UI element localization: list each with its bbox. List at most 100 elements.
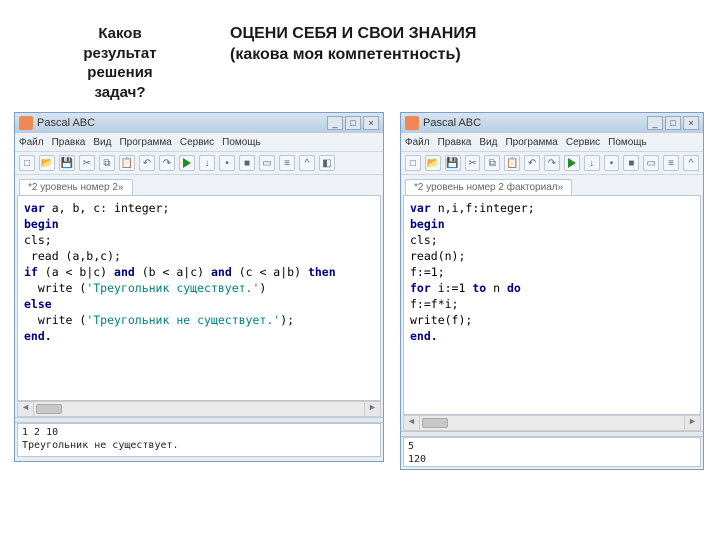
horizontal-scrollbar[interactable]: ◄ ► [403,415,701,431]
titlebar[interactable]: Pascal ABC _ □ × [401,113,703,133]
box2-icon[interactable]: ≡ [279,155,295,171]
redo-icon[interactable]: ↷ [159,155,175,171]
open-icon[interactable]: 📂 [425,155,441,171]
string-literal: 'Треугольник существует.' [86,281,259,295]
app-title: Pascal ABC [423,117,481,129]
heading-right-l2: (какова моя компетентность) [230,46,461,63]
string-literal: 'Треугольник не существует.' [86,313,280,327]
output-panel: 5 120 [403,437,701,467]
minimize-button[interactable]: _ [647,116,663,130]
heading-left: Каков результат решения задач? [60,24,180,102]
run-icon[interactable] [564,155,580,171]
box1-icon[interactable]: ▭ [259,155,275,171]
code-text: n,i,f:integer; [431,201,535,215]
code-text: write ( [24,281,86,295]
scroll-right-icon[interactable]: ► [684,416,700,430]
menubar: Файл Правка Вид Программа Сервис Помощь [401,133,703,151]
box2-icon[interactable]: ≡ [663,155,679,171]
horizontal-scrollbar[interactable]: ◄ ► [17,401,381,417]
menu-file[interactable]: Файл [19,137,44,148]
save-icon[interactable]: 💾 [59,155,75,171]
stop-icon[interactable]: ■ [623,155,639,171]
save-icon[interactable]: 💾 [445,155,461,171]
misc-icon[interactable]: ◧ [319,155,335,171]
code-editor[interactable]: var n,i,f:integer; begin cls; read(n); f… [403,195,701,415]
code-text: ); [280,313,294,327]
scroll-right-icon[interactable]: ► [364,402,380,416]
dot-icon[interactable]: • [219,155,235,171]
step-icon[interactable]: ↓ [199,155,215,171]
editor-tab[interactable]: *2 уровень номер 2 факториал» [405,179,572,195]
menu-edit[interactable]: Правка [52,137,86,148]
new-icon[interactable]: □ [19,155,35,171]
code-text: cls; [410,233,438,247]
undo-icon[interactable]: ↶ [524,155,540,171]
output-panel: 1 2 10 Треугольник не существует. [17,423,381,457]
copy-icon[interactable]: ⧉ [99,155,115,171]
close-button[interactable]: × [363,116,379,130]
kw-var: var [410,201,431,215]
heading-right: ОЦЕНИ СЕБЯ И СВОИ ЗНАНИЯ (какова моя ком… [230,24,570,66]
app-title: Pascal ABC [37,117,95,129]
code-text: i:=1 [431,281,473,295]
menu-program[interactable]: Программа [119,137,171,148]
code-text: n [486,281,507,295]
kw-begin: begin [410,217,445,231]
copy-icon[interactable]: ⧉ [484,155,500,171]
menu-help[interactable]: Помощь [222,137,261,148]
code-text: cls; [24,233,52,247]
undo-icon[interactable]: ↶ [139,155,155,171]
cut-icon[interactable]: ✂ [79,155,95,171]
caret-icon[interactable]: ^ [299,155,315,171]
new-icon[interactable]: □ [405,155,421,171]
caret-icon[interactable]: ^ [683,155,699,171]
menu-file[interactable]: Файл [405,137,430,148]
close-button[interactable]: × [683,116,699,130]
kw-if: if [24,265,38,279]
kw-then: then [308,265,336,279]
menu-edit[interactable]: Правка [438,137,472,148]
ide-window-right: Pascal ABC _ □ × Файл Правка Вид Програм… [400,112,704,470]
code-text: ) [259,281,266,295]
code-editor[interactable]: var a, b, c: integer; begin cls; read (a… [17,195,381,401]
code-text: read (a,b,c); [24,249,121,263]
open-icon[interactable]: 📂 [39,155,55,171]
redo-icon[interactable]: ↷ [544,155,560,171]
menu-view[interactable]: Вид [479,137,497,148]
code-text: f:=f*i; [410,297,458,311]
toolbar: □ 📂 💾 ✂ ⧉ 📋 ↶ ↷ ↓ • ■ ▭ ≡ ^ ◧ [15,151,383,175]
scroll-left-icon[interactable]: ◄ [18,402,34,416]
titlebar[interactable]: Pascal ABC _ □ × [15,113,383,133]
paste-icon[interactable]: 📋 [504,155,520,171]
kw-to: to [472,281,486,295]
stop-icon[interactable]: ■ [239,155,255,171]
menu-view[interactable]: Вид [93,137,111,148]
menu-program[interactable]: Программа [505,137,557,148]
kw-end: end. [24,329,52,343]
step-icon[interactable]: ↓ [584,155,600,171]
maximize-button[interactable]: □ [345,116,361,130]
maximize-button[interactable]: □ [665,116,681,130]
code-text: read(n); [410,249,465,263]
menubar: Файл Правка Вид Программа Сервис Помощь [15,133,383,151]
kw-var: var [24,201,45,215]
kw-and: and [211,265,232,279]
scroll-thumb[interactable] [422,418,448,428]
menu-service[interactable]: Сервис [566,137,600,148]
app-icon [405,116,419,130]
run-icon[interactable] [179,155,195,171]
heading-right-l1: ОЦЕНИ СЕБЯ И СВОИ ЗНАНИЯ [230,25,476,42]
scroll-thumb[interactable] [36,404,62,414]
dot-icon[interactable]: • [604,155,620,171]
editor-tab[interactable]: *2 уровень номер 2» [19,179,133,195]
menu-service[interactable]: Сервис [180,137,214,148]
menu-help[interactable]: Помощь [608,137,647,148]
tabbar: *2 уровень номер 2 факториал» [401,175,703,195]
cut-icon[interactable]: ✂ [465,155,481,171]
scroll-left-icon[interactable]: ◄ [404,416,420,430]
box1-icon[interactable]: ▭ [643,155,659,171]
kw-end: end. [410,329,438,343]
paste-icon[interactable]: 📋 [119,155,135,171]
minimize-button[interactable]: _ [327,116,343,130]
code-text: (a < b|c) [38,265,114,279]
